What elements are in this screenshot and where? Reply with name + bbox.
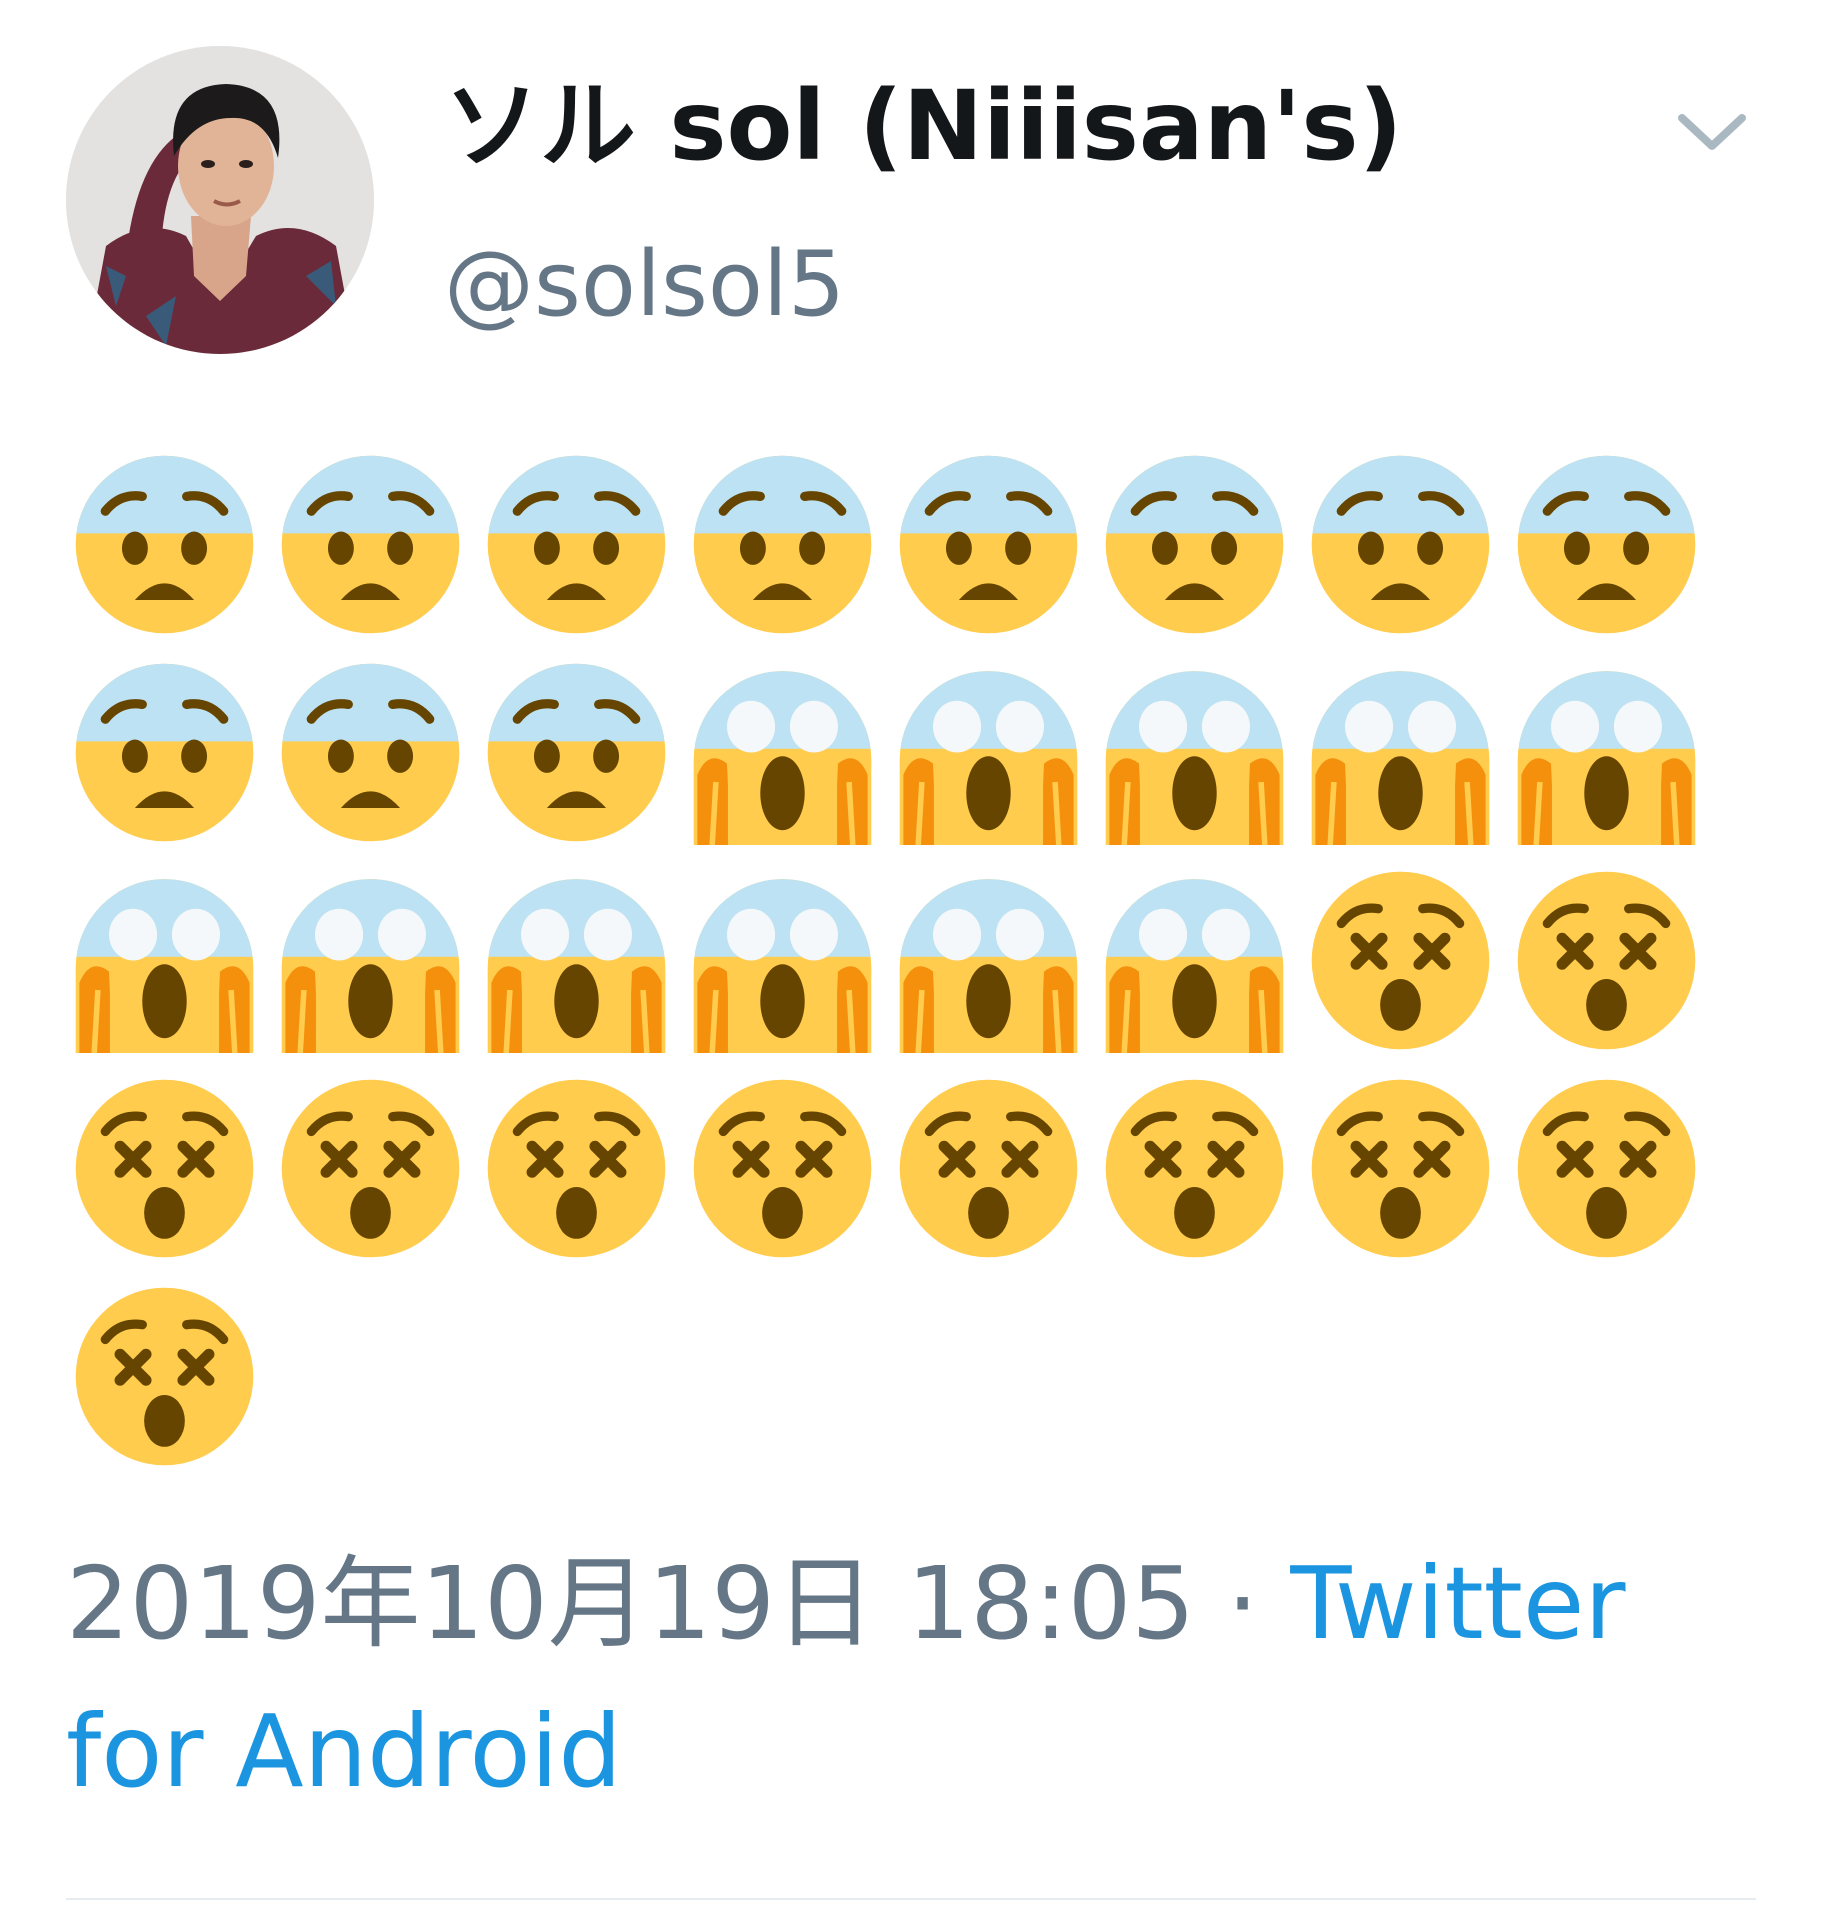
anxious-face-emoji [72,660,257,845]
dizzy-face-emoji [896,1076,1081,1261]
divider [66,1898,1756,1900]
dizzy-face-emoji [1308,1076,1493,1261]
avatar[interactable] [66,46,374,354]
dizzy-face-emoji [690,1076,875,1261]
screaming-face-emoji [896,660,1081,845]
dizzy-face-emoji [278,1076,463,1261]
anxious-face-emoji [1514,452,1699,637]
anxious-face-emoji [278,660,463,845]
screaming-face-emoji [1102,660,1287,845]
tweet-timestamp[interactable]: 2019年10月19日 18:05 [66,1545,1195,1662]
display-name[interactable]: ソル sol (Niiisan's) [444,66,1402,186]
tweet-meta: 2019年10月19日 18:05 · Twitter for Android [66,1530,1766,1826]
user-handle[interactable]: @solsol5 [444,230,845,340]
dizzy-face-emoji [484,1076,669,1261]
dizzy-face-emoji [1102,1076,1287,1261]
screaming-face-emoji [1308,660,1493,845]
screaming-face-emoji [1102,868,1287,1053]
anxious-face-emoji [278,452,463,637]
anxious-face-emoji [484,452,669,637]
screaming-face-emoji [896,868,1081,1053]
screaming-face-emoji [484,868,669,1053]
chevron-down-icon[interactable] [1674,108,1750,156]
dizzy-face-emoji [1514,1076,1699,1261]
dizzy-face-emoji [72,1076,257,1261]
dizzy-face-emoji [72,1284,257,1469]
anxious-face-emoji [72,452,257,637]
screaming-face-emoji [72,868,257,1053]
anxious-face-emoji [690,452,875,637]
screaming-face-emoji [690,868,875,1053]
screaming-face-emoji [690,660,875,845]
meta-separator: · [1194,1545,1291,1662]
anxious-face-emoji [1308,452,1493,637]
dizzy-face-emoji [1514,868,1699,1053]
anxious-face-emoji [1102,452,1287,637]
anxious-face-emoji [484,660,669,845]
screaming-face-emoji [278,868,463,1053]
anxious-face-emoji [896,452,1081,637]
dizzy-face-emoji [1308,868,1493,1053]
screaming-face-emoji [1514,660,1699,845]
